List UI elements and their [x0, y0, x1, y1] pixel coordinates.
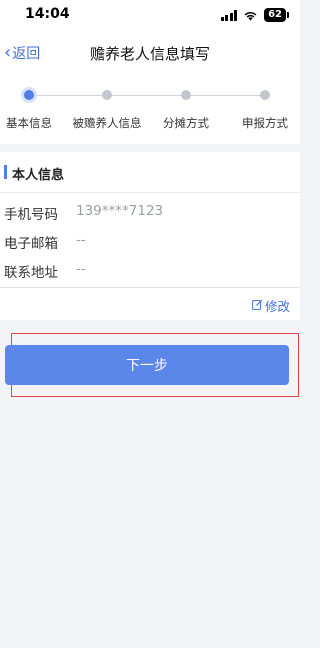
step-dot [260, 90, 270, 100]
info-row-address: 联系地址 -- [0, 261, 300, 285]
info-value: -- [76, 232, 86, 248]
cellular-signal-icon [220, 9, 238, 21]
wifi-icon [243, 10, 258, 21]
edit-button[interactable]: 修改 [252, 296, 290, 315]
status-icons: 62 [220, 8, 289, 22]
step-indicator: 基本信息 被赡养人信息 分摊方式 申报方式 [0, 72, 300, 144]
edit-icon [252, 298, 263, 313]
section-accent-bar [4, 165, 7, 179]
personal-info-list: 手机号码 139****7123 电子邮箱 -- 联系地址 -- [0, 193, 300, 287]
step-label: 申报方式 [242, 116, 288, 130]
info-value: 139****7123 [76, 203, 164, 219]
status-time: 14:04 [25, 6, 70, 22]
edit-label: 修改 [264, 299, 290, 314]
info-row-phone: 手机号码 139****7123 [0, 203, 300, 227]
battery-icon: 62 [264, 8, 289, 22]
info-value: -- [76, 261, 86, 277]
info-key: 电子邮箱 [4, 236, 58, 252]
step-label: 分摊方式 [163, 116, 209, 130]
info-key: 手机号码 [4, 207, 58, 223]
nav-bar: ‹ 返回 赡养老人信息填写 [0, 34, 300, 72]
step-label: 基本信息 [6, 116, 52, 130]
next-step-button[interactable]: 下一步 [5, 345, 289, 385]
status-bar: 14:04 62 [0, 0, 300, 34]
info-key: 联系地址 [4, 265, 58, 281]
step-connector-line [29, 95, 265, 96]
step-dot-active [24, 90, 34, 100]
page-title: 赡养老人信息填写 [89, 45, 210, 63]
info-row-email: 电子邮箱 -- [0, 232, 300, 256]
section-header: 本人信息 [0, 152, 300, 192]
edit-row: 修改 [0, 288, 300, 320]
step-label: 被赡养人信息 [72, 116, 142, 130]
step-dot [102, 90, 112, 100]
step-dot [181, 90, 191, 100]
section-title: 本人信息 [12, 168, 65, 183]
